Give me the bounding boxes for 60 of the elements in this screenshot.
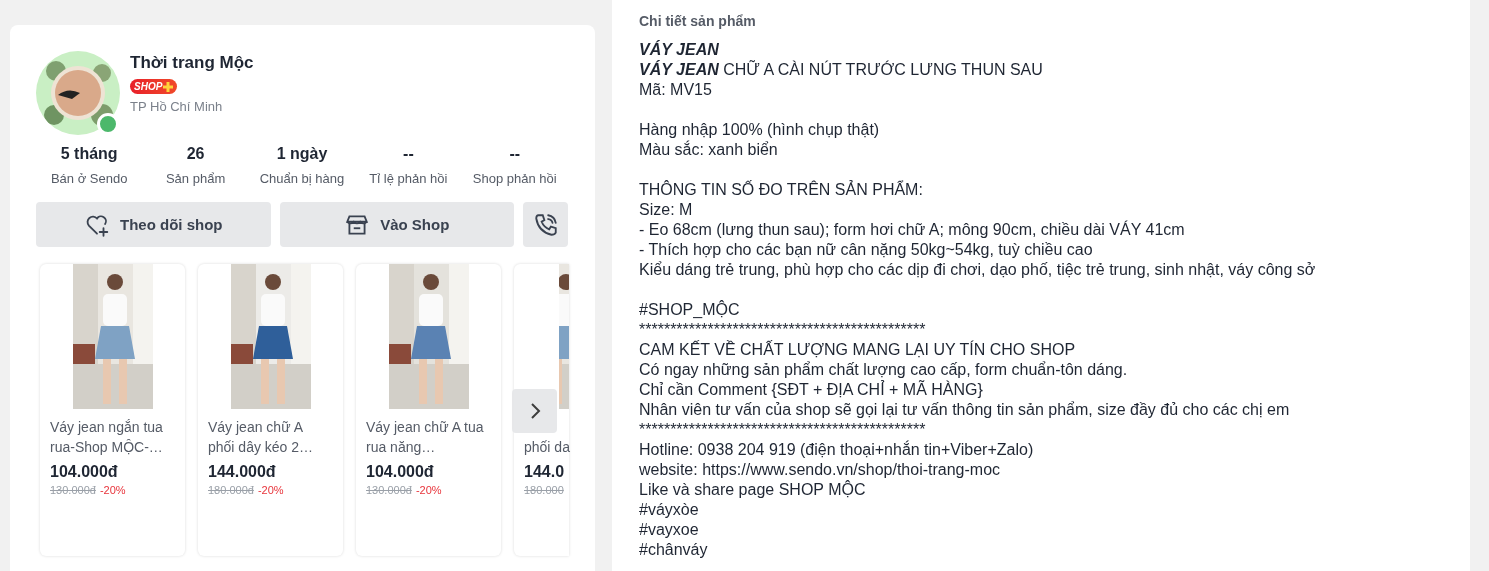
description-line: #SHOP_MỘC [639,300,741,320]
product-title: Váy jean chữ A tua rua năng… [365,418,485,457]
description-line: Hàng nhập 100% (hình chụp thật) [639,120,881,140]
stat-label: Shop phản hồi [471,171,558,186]
stat-value: -- [402,145,415,163]
product-price: 104.000đ [365,462,435,481]
stat-label: Chuẩn bị hàng [258,171,346,186]
stat-value: -- [508,145,522,163]
phone-icon [532,211,559,238]
description-line: Mã: MV15 [639,80,713,100]
description-line: ********************************************** [639,420,927,440]
stat-label: Tỉ lệ phản hồi [368,171,449,186]
shop-location: TP Hồ Chí Minh [130,99,224,114]
original-price: 180.000đ [208,484,254,496]
product-price: 144.0 [523,462,566,481]
section-title: Chi tiết sản phẩm [639,13,757,29]
description-line: VÁY JEAN CHỮ A CÀI NÚT TRƯỚC LƯNG THUN SAU [639,60,1044,80]
description-line: Kiểu dáng trẻ trung, phù hợp cho các dịp đi chơi, dạo phố, tiệc trẻ trung, sinh nhật, váy công sở [639,260,1317,280]
original-price: 130.000đ [366,484,412,496]
discount-label: -20% [257,484,284,496]
product-price: 104.000đ [49,462,119,481]
next-button[interactable] [512,389,557,433]
description-line: #váyxòe [639,500,700,520]
visit-shop-button[interactable]: Vào Shop [279,202,514,247]
shop-name: Thời trang Mộc [130,53,254,73]
description-line: website: https://www.sendo.vn/shop/thoi-trang-moc [639,460,1002,480]
description-line: THÔNG TIN SỐ ĐO TRÊN SẢN PHẨM: [639,180,924,200]
description-line: Nhân viên tư vấn của shop sẽ gọi lại tư vấn thông tin sản phẩm, size đầy đủ cho các chị em [639,400,1291,420]
original-price: 130.000đ [50,484,96,496]
description-line: Có ngay những sản phẩm chất lượng cao cấp, form chuẩn-tôn dáng. [639,360,1129,380]
follow-button[interactable]: Theo dõi shop [36,202,271,247]
description-line: - Eo 68cm (lưng thun sau); form hơi chữ A; mông 90cm, chiều dài VÁY 41cm [639,220,1186,240]
stat-value: 26 [185,145,206,163]
description-line: - Thích hợp cho các bạn nữ cân nặng 50kg~54kg, tuỳ chiều cao [639,240,1094,260]
discount-label: -20% [99,484,126,496]
product-card[interactable]: Váy jean ngắn tua rua-Shop MỘC-… 104.000đ 130.000đ -20% [40,264,185,556]
description-line: Hotline: 0938 204 919 (điện thoại+nhắn tin+Viber+Zalo) [639,440,1035,460]
shop-plus-badge: SHOP [130,79,178,94]
product-title: Váy jean chữ A phối dây kéo 2… [207,418,315,457]
description-line: Size: M [639,200,694,220]
product-card[interactable]: Váy jean chữ A tua rua năng… 104.000đ 130.000đ -20% [356,264,501,556]
product-price: 144.000đ [207,462,277,481]
description-line: Like và share page SHOP MỘC [639,480,867,500]
description-line: Chỉ cần Comment {SĐT + ĐỊA CHỈ + MÃ HÀNG} [639,380,984,400]
description-line: ********************************************** [639,320,927,340]
description-line: CAM KẾT VỀ CHẤT LƯỢNG MANG LẠI UY TÍN CHO SHOP [639,340,1077,360]
call-button[interactable] [523,202,568,247]
product-title: phối da [523,438,569,457]
discount-label: -20% [415,484,442,496]
stat-value: 5 tháng [59,145,119,163]
stat-value: 1 ngày [275,145,329,163]
product-card[interactable]: Váy jean chữ A phối dây kéo 2… 144.000đ 180.000đ -20% [198,264,343,556]
description-line: Màu sắc: xanh biển [639,140,779,160]
product-title: Váy jean ngắn tua rua-Shop MỘC-… [49,418,164,457]
original-price: 180.000 [524,484,564,496]
description-line: #vayxoe [639,520,700,540]
description-line: #chânváy [639,540,709,560]
stat-label: Sản phẩm [164,171,227,186]
stat-label: Bán ở Sendo [49,171,129,186]
description-heading: VÁY JEAN [639,40,720,60]
